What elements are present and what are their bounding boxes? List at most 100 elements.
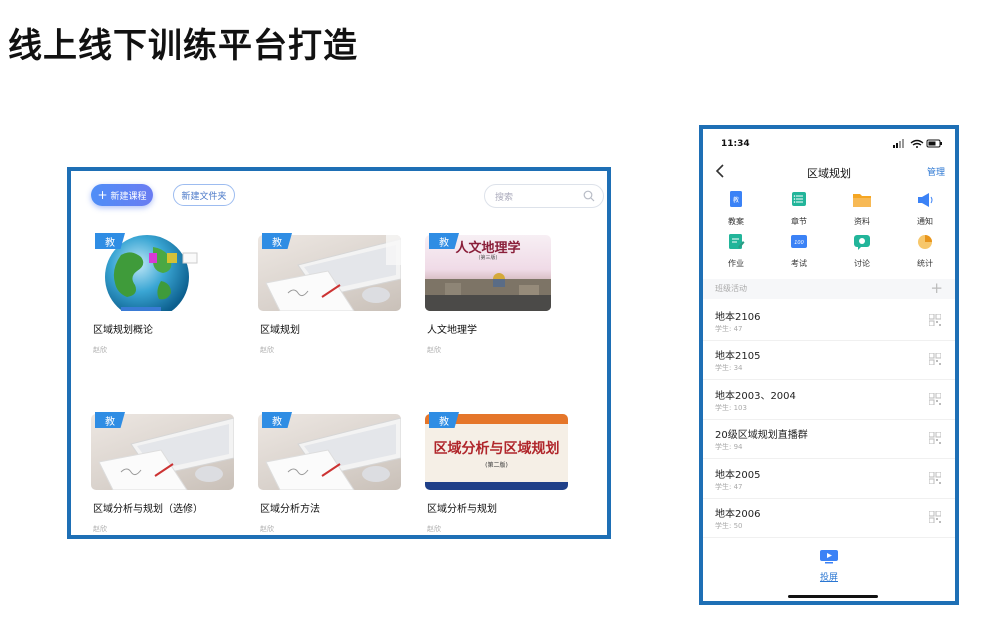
screen-cast-icon: [820, 550, 838, 564]
page-title: 区域规划: [807, 167, 851, 180]
megaphone-icon: [918, 193, 933, 207]
add-icon[interactable]: +: [930, 279, 943, 297]
function-materials[interactable]: 资料: [832, 191, 892, 227]
function-label: 考试: [791, 259, 807, 268]
teacher-badge: 教: [429, 412, 459, 428]
search-placeholder: 搜索: [495, 192, 514, 203]
course-author: 赵欣: [427, 525, 441, 533]
class-activity-header: 班级活动 +: [703, 279, 955, 299]
homework-icon: [729, 234, 745, 249]
function-label: 讨论: [854, 259, 870, 268]
new-course-button[interactable]: + 新建课程: [91, 184, 153, 206]
cover-footer: [425, 482, 568, 490]
plus-icon: +: [97, 188, 108, 202]
screen-cast-label: 投屏: [819, 573, 838, 583]
cover-edition: (第三版): [478, 255, 498, 261]
search-input[interactable]: 搜索: [484, 184, 604, 208]
class-student-count: 学生: 50: [715, 522, 743, 530]
class-student-count: 学生: 103: [715, 404, 747, 412]
teacher-badge: 教: [429, 233, 459, 249]
function-notice[interactable]: 通知: [895, 191, 955, 227]
qr-code-icon[interactable]: [929, 432, 941, 444]
new-folder-button[interactable]: 新建文件夹: [173, 184, 235, 206]
chapter-icon: [792, 192, 806, 206]
class-name: 地本2106: [715, 312, 761, 323]
function-grid: 教 教案 章节 资料 通知 作业 100 考试 讨论 统计: [703, 191, 955, 275]
cover-title: 区域分析与区域规划: [433, 441, 560, 457]
qr-code-icon[interactable]: [929, 393, 941, 405]
class-name: 20级区域规划直播群: [715, 430, 808, 441]
screen-cast-button[interactable]: 投屏: [703, 549, 955, 583]
new-course-label: 新建课程: [110, 191, 147, 202]
status-icons: [893, 139, 942, 148]
function-exam[interactable]: 100 考试: [769, 233, 829, 269]
class-row[interactable]: 地本2105 学生: 34: [703, 341, 955, 380]
function-label: 章节: [791, 217, 807, 226]
class-name: 地本2003、2004: [715, 391, 796, 402]
class-row[interactable]: 地本2003、2004 学生: 103: [703, 381, 955, 420]
function-chapter[interactable]: 章节: [769, 191, 829, 227]
class-name: 地本2105: [715, 351, 761, 362]
course-title: 区域分析与规划（选修）: [93, 504, 203, 515]
class-student-count: 学生: 47: [715, 483, 743, 491]
class-student-count: 学生: 47: [715, 325, 743, 333]
course-title: 人文地理学: [427, 325, 477, 336]
course-card[interactable]: 教 区域分析与规划（选修） 赵欣: [91, 412, 234, 533]
course-author: 赵欣: [93, 525, 107, 533]
folder-icon: [853, 194, 871, 207]
class-row[interactable]: 20级区域规划直播群 学生: 94: [703, 420, 955, 459]
home-indicator: [788, 595, 878, 598]
exam-icon: 100: [791, 235, 807, 248]
function-label: 教案: [728, 217, 744, 226]
function-label: 作业: [728, 259, 744, 268]
class-row[interactable]: 地本2005 学生: 47: [703, 460, 955, 499]
teacher-badge: 教: [262, 412, 292, 428]
svg-text:100: 100: [794, 240, 804, 246]
function-lesson-plan[interactable]: 教 教案: [706, 191, 766, 227]
svg-text:教: 教: [733, 196, 739, 204]
status-time: 11:34: [721, 139, 750, 149]
slide-title: 线上线下训练平台打造: [8, 26, 358, 66]
course-card[interactable]: 教 人文地理学 (第三版) 人文地理学 赵欣: [425, 233, 568, 354]
qr-code-icon[interactable]: [929, 472, 941, 484]
discussion-icon: [854, 235, 870, 250]
course-card[interactable]: 教 区域规划概论 赵欣: [91, 233, 234, 354]
course-author: 赵欣: [93, 346, 107, 354]
search-icon[interactable]: [583, 190, 595, 202]
class-row[interactable]: 地本2106 学生: 47: [703, 302, 955, 341]
qr-code-icon[interactable]: [929, 314, 941, 326]
lesson-plan-icon: 教: [730, 191, 742, 207]
qr-code-icon[interactable]: [929, 353, 941, 365]
library-toolbar: + 新建课程 新建文件夹 搜索: [71, 171, 607, 221]
city-photo: [425, 273, 551, 311]
course-card[interactable]: 教 区域分析方法 赵欣: [258, 412, 401, 533]
qr-code-icon[interactable]: [929, 511, 941, 523]
nav-bar: 区域规划 管理: [703, 157, 955, 187]
section-label: 班级活动: [715, 284, 747, 293]
course-title: 区域规划概论: [93, 325, 153, 336]
function-homework[interactable]: 作业: [706, 233, 766, 269]
course-title: 区域分析方法: [260, 504, 320, 515]
function-label: 统计: [917, 259, 933, 268]
manage-link[interactable]: 管理: [927, 165, 945, 178]
course-author: 赵欣: [260, 346, 274, 354]
status-bar: 11:34: [703, 129, 955, 157]
course-title: 区域规划: [260, 325, 300, 336]
class-name: 地本2006: [715, 509, 761, 520]
function-discussion[interactable]: 讨论: [832, 233, 892, 269]
course-library-panel: + 新建课程 新建文件夹 搜索 教 区域规划概论 赵欣 教 区域规划 赵欣 教 …: [67, 167, 611, 539]
function-statistics[interactable]: 统计: [895, 233, 955, 269]
teacher-badge: 教: [95, 233, 125, 249]
course-author: 赵欣: [260, 525, 274, 533]
teacher-badge: 教: [95, 412, 125, 428]
teacher-badge: 教: [262, 233, 292, 249]
course-card[interactable]: 教 区域分析与区域规划 (第二版) 区域分析与规划 赵欣: [425, 412, 568, 533]
course-author: 赵欣: [427, 346, 441, 354]
class-name: 地本2005: [715, 470, 761, 481]
course-card[interactable]: 教 区域规划 赵欣: [258, 233, 401, 354]
function-label: 资料: [854, 217, 870, 226]
mobile-app-panel: 11:34 区域规划 管理 教 教案 章节 资料 通知 作业 100 考试 讨论…: [699, 125, 959, 605]
class-row[interactable]: 地本2006 学生: 50: [703, 499, 955, 538]
cover-edition: (第二版): [485, 462, 508, 469]
class-student-count: 学生: 94: [715, 443, 743, 451]
